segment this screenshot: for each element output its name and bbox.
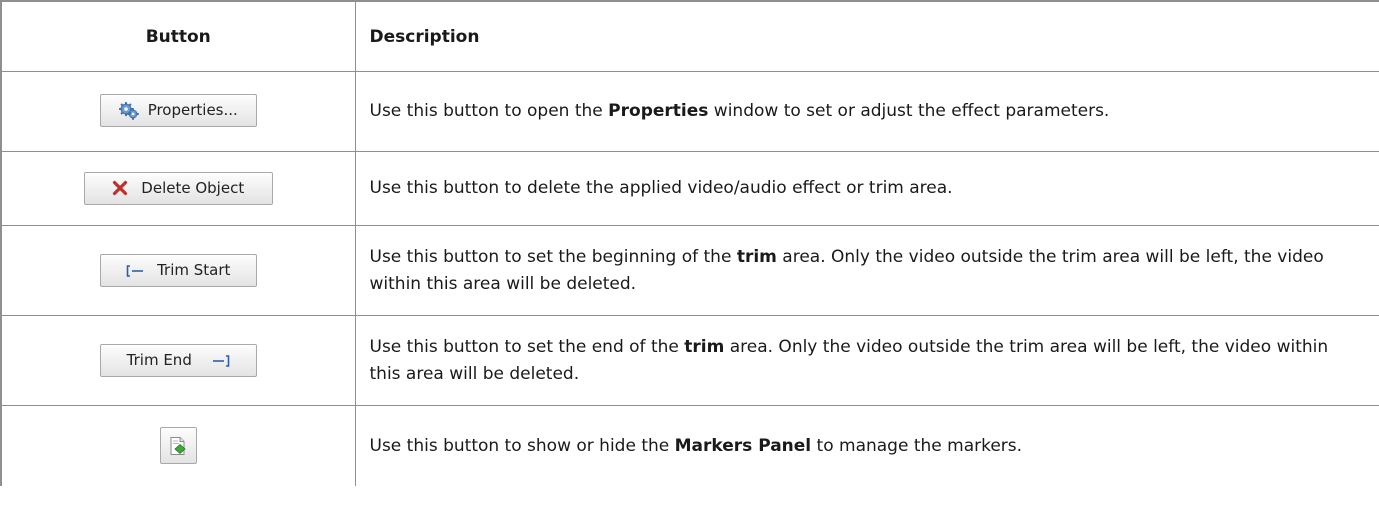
button-cell: Delete Object [0, 151, 356, 226]
table-row: Trim Start Use this button to set the be… [0, 225, 1379, 316]
delete-object-button[interactable]: Delete Object [83, 171, 273, 205]
table-row: Properties... Use this button to open th… [0, 71, 1379, 152]
description-text: window to set or adjust the effect param… [708, 101, 1110, 121]
trim-end-button[interactable]: Trim End [99, 344, 257, 377]
gears-icon [118, 101, 139, 120]
description-cell: Use this button to show or hide the Mark… [354, 405, 1379, 486]
description-text: Use this button to open the [369, 101, 609, 121]
markers-panel-toggle-button[interactable] [159, 427, 197, 465]
description-text: Use this button to set the end of the [369, 336, 685, 357]
red-x-icon [112, 180, 128, 196]
button-cell: Properties... [0, 71, 356, 152]
trim-end-icon [212, 354, 230, 367]
button-cell: Trim End [0, 315, 356, 406]
table-row: Delete Object Use this button to delete … [0, 151, 1379, 226]
description-cell: Use this button to open the Properties w… [354, 71, 1379, 152]
trim-start-button-label: Trim Start [157, 261, 231, 279]
table-row: Use this button to show or hide the Mark… [0, 405, 1379, 486]
properties-button[interactable]: Properties... [99, 94, 257, 128]
button-cell: Trim Start [0, 225, 356, 316]
description-text: Use this button to show or hide the [369, 435, 675, 456]
trim-start-button[interactable]: Trim Start [99, 254, 257, 287]
properties-button-label: Properties... [147, 101, 238, 120]
trim-start-icon [126, 264, 144, 277]
description-text: to manage the markers. [811, 435, 1023, 456]
trim-end-button-label: Trim End [126, 351, 192, 369]
table-row: Trim End Use this button to set the end … [0, 315, 1379, 406]
markers-panel-icon [168, 436, 188, 456]
description-cell: Use this button to set the beginning of … [354, 225, 1379, 316]
description-bold: Properties [608, 101, 709, 121]
button-cell [0, 405, 356, 486]
header-button: Button [0, 0, 356, 72]
description-bold: Markers Panel [674, 435, 812, 456]
description-text: Use this button to set the beginning of … [369, 246, 737, 267]
description-cell: Use this button to delete the applied vi… [354, 151, 1379, 226]
delete-object-button-label: Delete Object [141, 178, 245, 197]
description-text: Use this button to delete the applied vi… [369, 178, 953, 198]
button-description-table: Button Description Properties... Use thi… [0, 0, 1379, 486]
header-description: Description [354, 0, 1379, 72]
description-cell: Use this button to set the end of the tr… [354, 315, 1379, 406]
description-bold: trim [736, 246, 777, 267]
description-bold: trim [684, 336, 725, 357]
table-header-row: Button Description [0, 0, 1379, 72]
